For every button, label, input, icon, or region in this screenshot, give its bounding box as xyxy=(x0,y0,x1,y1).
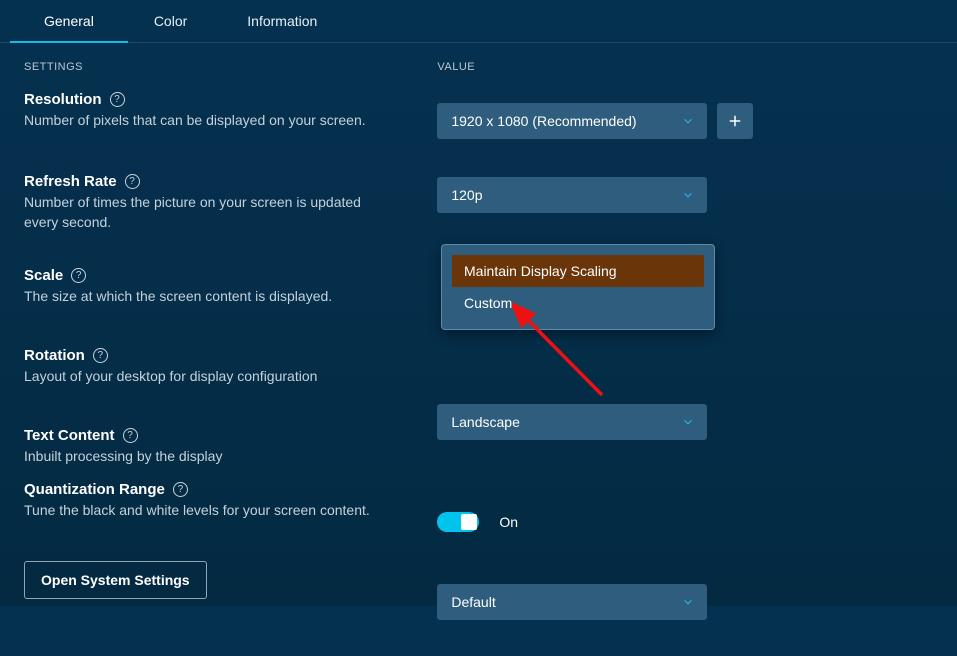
setting-refresh-rate: Refresh Rate ? Number of times the pictu… xyxy=(24,173,437,255)
scale-title: Scale xyxy=(24,267,63,284)
value-rotation-row: Landscape xyxy=(437,400,933,470)
refresh-value: 120p xyxy=(451,187,482,203)
chevron-down-icon xyxy=(681,415,695,429)
resolution-title: Resolution xyxy=(24,91,102,108)
rotation-value: Landscape xyxy=(451,414,520,430)
quantization-title: Quantization Range xyxy=(24,481,165,498)
value-text-content-row: On xyxy=(437,496,933,548)
refresh-rate-select[interactable]: 120p xyxy=(437,177,707,213)
value-quantization-row: Default xyxy=(437,574,933,630)
setting-text-content: Text Content ? Inbuilt processing by the… xyxy=(24,427,437,471)
chevron-down-icon xyxy=(681,114,695,128)
content-area: SETTINGS Resolution ? Number of pixels t… xyxy=(0,43,957,656)
textcontent-desc: Inbuilt processing by the display xyxy=(24,446,394,466)
value-column: VALUE 1920 x 1080 (Recommended) 120p xyxy=(437,61,933,656)
help-icon[interactable]: ? xyxy=(173,482,188,497)
settings-column: SETTINGS Resolution ? Number of pixels t… xyxy=(24,61,437,656)
open-system-settings-button[interactable]: Open System Settings xyxy=(24,561,207,599)
quantization-desc: Tune the black and white levels for your… xyxy=(24,500,394,520)
setting-scale: Scale ? The size at which the screen con… xyxy=(24,267,437,329)
rotation-select[interactable]: Landscape xyxy=(437,404,707,440)
help-icon[interactable]: ? xyxy=(110,92,125,107)
setting-quantization-range: Quantization Range ? Tune the black and … xyxy=(24,481,437,547)
value-resolution-row: 1920 x 1080 (Recommended) xyxy=(437,91,933,151)
scale-dropdown-open: Maintain Display Scaling Custom xyxy=(441,244,715,330)
refresh-title: Refresh Rate xyxy=(24,173,117,190)
text-content-toggle[interactable] xyxy=(437,512,479,532)
scale-option-custom[interactable]: Custom xyxy=(452,287,704,319)
rotation-title: Rotation xyxy=(24,347,85,364)
tab-general[interactable]: General xyxy=(44,0,94,43)
text-content-state: On xyxy=(499,514,518,530)
quantization-select[interactable]: Default xyxy=(437,584,707,620)
setting-rotation: Rotation ? Layout of your desktop for di… xyxy=(24,347,437,403)
scale-option-maintain[interactable]: Maintain Display Scaling xyxy=(452,255,704,287)
add-resolution-button[interactable] xyxy=(717,103,753,139)
help-icon[interactable]: ? xyxy=(93,348,108,363)
chevron-down-icon xyxy=(681,188,695,202)
scale-desc: The size at which the screen content is … xyxy=(24,286,394,306)
setting-resolution: Resolution ? Number of pixels that can b… xyxy=(24,91,437,145)
quantization-value: Default xyxy=(451,594,495,610)
tabs-bar: General Color Information xyxy=(0,0,957,43)
help-icon[interactable]: ? xyxy=(123,428,138,443)
toggle-knob xyxy=(461,514,477,530)
help-icon[interactable]: ? xyxy=(125,174,140,189)
refresh-desc: Number of times the picture on your scre… xyxy=(24,192,394,233)
resolution-select[interactable]: 1920 x 1080 (Recommended) xyxy=(437,103,707,139)
chevron-down-icon xyxy=(681,595,695,609)
settings-header: SETTINGS xyxy=(24,61,437,73)
resolution-value: 1920 x 1080 (Recommended) xyxy=(451,113,636,129)
tab-color[interactable]: Color xyxy=(154,0,187,43)
rotation-desc: Layout of your desktop for display confi… xyxy=(24,366,394,386)
tab-information[interactable]: Information xyxy=(247,0,317,43)
resolution-desc: Number of pixels that can be displayed o… xyxy=(24,110,394,130)
textcontent-title: Text Content xyxy=(24,427,115,444)
help-icon[interactable]: ? xyxy=(71,268,86,283)
value-header: VALUE xyxy=(437,61,933,73)
